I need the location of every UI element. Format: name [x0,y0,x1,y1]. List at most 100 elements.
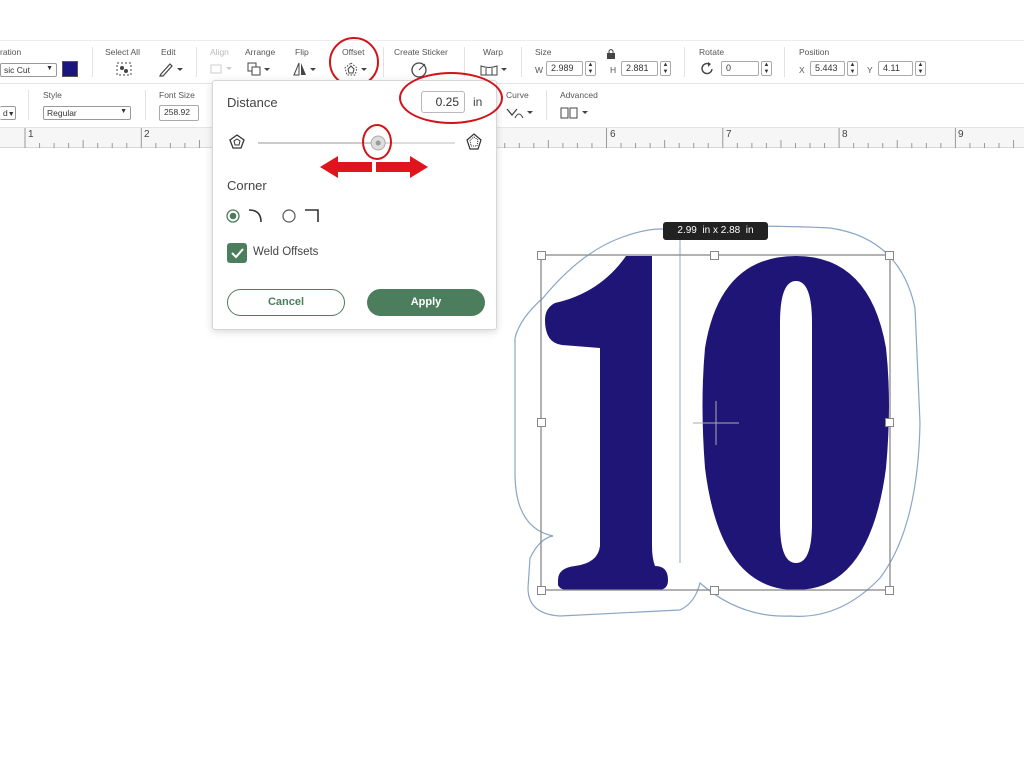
weld-offsets-checkbox[interactable] [227,243,247,263]
position-x-value: 5.443 [815,63,838,73]
square-corner-icon [305,209,319,222]
digit-one-shape [545,256,668,590]
ruler-number: 8 [842,129,848,140]
arrange-icon[interactable] [246,61,272,77]
position-x-input[interactable]: 5.443 [810,61,845,76]
separator [784,47,785,77]
apply-button-label: Apply [410,296,442,308]
width-input[interactable]: 2.989 [546,61,583,76]
ruler-number: 9 [958,129,964,140]
radio-square[interactable] [282,209,296,223]
select-all-icon[interactable] [115,61,133,77]
font-size-group: Font Size [159,90,195,100]
distance-annotation-ellipse [399,72,503,124]
design-canvas[interactable] [0,148,1024,765]
weld-offsets-label: Weld Offsets [253,246,319,258]
large-offset-icon [466,133,482,150]
separator [28,90,29,120]
size-label: Size [535,47,552,57]
width-value: 2.989 [551,63,574,73]
flip-icon[interactable] [292,61,318,77]
align-icon [210,64,232,74]
size-group: Size [535,47,552,57]
resize-handle-top[interactable] [710,251,719,260]
rotate-value: 0 [726,63,732,73]
rounded-corner-icon [248,209,262,223]
select-all-group: Select All [105,47,140,57]
height-stepper[interactable]: ▲ ▼ [660,61,671,76]
style-value: Regular [47,108,77,118]
horizontal-ruler: 1 2 6 7 8 9 [0,128,1024,148]
operation-select[interactable]: sic Cut ▼ [0,63,57,77]
chevron-down-icon: ▼ [46,65,53,72]
advanced-group: Advanced [560,90,598,100]
position-label: Position [799,47,830,57]
cancel-button[interactable]: Cancel [227,289,345,316]
resize-handle-right[interactable] [885,418,894,427]
color-swatch[interactable] [62,61,78,77]
position-y-value: 4.11 [883,63,900,73]
operation-value: sic Cut [4,65,30,75]
resize-handle-top-right[interactable] [885,251,894,260]
style-group: Style [43,90,62,100]
resize-handle-bottom[interactable] [710,586,719,595]
resize-handle-bottom-left[interactable] [537,586,546,595]
warp-icon[interactable] [479,63,509,77]
curve-icon[interactable] [505,106,535,120]
curve-label: Curve [506,90,529,100]
style-select[interactable]: Regular ▼ [43,106,131,120]
pencil-icon[interactable] [158,61,184,77]
ruler-number: 2 [144,129,150,140]
rotate-input[interactable]: 0 [721,61,759,76]
resize-handle-top-left[interactable] [537,251,546,260]
chevron-down-icon: ▼ [120,108,127,115]
height-value: 2.881 [626,63,649,73]
resize-handle-bottom-right[interactable] [885,586,894,595]
apply-button[interactable]: Apply [367,289,485,316]
flip-label: Flip [295,47,309,57]
left-arrow-icon [320,156,372,178]
y-prefix: Y [867,65,873,75]
ruler-number: 1 [28,129,34,140]
position-x-stepper[interactable]: ▲ ▼ [847,61,858,76]
operation-group: ration [0,47,21,57]
separator [383,47,384,77]
small-offset-icon [229,134,245,149]
width-stepper[interactable]: ▲ ▼ [585,61,596,76]
ruler-ticks [24,128,1015,148]
align-group: Align [210,47,229,57]
rotate-icon[interactable] [699,61,715,77]
resize-handle-left[interactable] [537,418,546,427]
advanced-icon[interactable] [560,106,590,120]
create-sticker-group: Create Sticker [394,47,448,57]
radio-rounded-dot [229,212,237,220]
ruler-number: 6 [610,129,616,140]
edit-label: Edit [161,47,176,57]
rotate-stepper[interactable]: ▲ ▼ [761,61,772,76]
advanced-label: Advanced [560,90,598,100]
distance-label: Distance [227,95,278,110]
font-size-input[interactable]: 258.92 [159,105,199,121]
warp-group: Warp [483,47,503,57]
large-offset-icon-inner [469,136,479,147]
arrange-label: Arrange [245,47,276,57]
size-tooltip-text: 2.99 in x 2.88 in [677,225,754,236]
rotate-group: Rotate [699,47,724,57]
x-prefix: X [799,65,805,75]
font-select[interactable]: d▼ [0,106,16,120]
text-toolbar: d▼ Style Regular ▼ Font Size 258.92 Curv… [0,84,1024,128]
select-all-label: Select All [105,47,140,57]
position-y-stepper[interactable]: ▲ ▼ [915,61,926,76]
width-prefix: W [535,65,544,75]
flip-group: Flip [295,47,309,57]
lock-icon[interactable] [606,48,616,60]
corner-label: Corner [227,178,267,193]
align-label: Align [210,47,229,57]
cancel-button-label: Cancel [267,296,305,308]
operation-label: ration [0,47,22,57]
warp-label: Warp [483,47,503,57]
distance-slider[interactable] [223,129,488,157]
height-input[interactable]: 2.881 [621,61,658,76]
position-y-input[interactable]: 4.11 [878,61,913,76]
font-size-label: Font Size [159,90,195,100]
